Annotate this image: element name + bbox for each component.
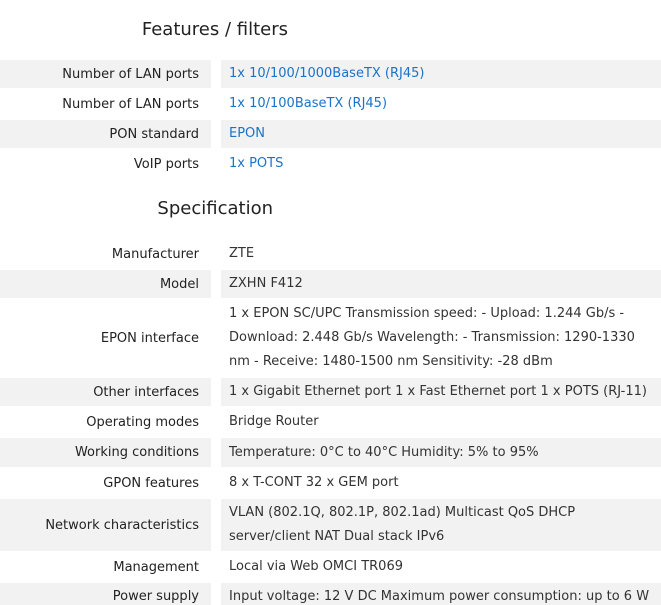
spec-value: VLAN (802.1Q, 802.1P, 802.1ad) Multicast… [221,499,661,551]
spec-row: Power supply Input voltage: 12 V DC Maxi… [0,583,661,605]
features-table: Number of LAN ports 1x 10/100/1000BaseTX… [0,60,661,178]
specification-heading: Specification [157,198,273,219]
spec-label: EPON interface [100,330,199,346]
spec-label: Model [0,270,211,298]
spec-label: Network characteristics [0,499,211,551]
spec-row: Working conditions Temperature: 0°C to 4… [0,438,661,467]
feature-row: Number of LAN ports 1x 10/100/1000BaseTX… [0,60,661,88]
spec-value: Local via Web OMCI TR069 [229,559,403,574]
feature-label: Number of LAN ports [62,96,199,112]
feature-label: PON standard [0,120,211,148]
spec-row: Management Local via Web OMCI TR069 [0,553,661,581]
spec-label: Power supply [0,583,211,605]
feature-row: Number of LAN ports 1x 10/100BaseTX (RJ4… [0,90,661,118]
spec-row: Operating modes Bridge Router [0,408,661,436]
spec-value: 1 x Gigabit Ethernet port 1 x Fast Ether… [221,378,661,406]
spec-row: Manufacturer ZTE [0,240,661,268]
feature-value-link[interactable]: 1x 10/100/1000BaseTX (RJ45) [221,60,661,88]
spec-value: 1 x EPON SC/UPC Transmission speed: - Up… [229,306,635,369]
spec-label: Manufacturer [111,246,199,262]
spec-row: Network characteristics VLAN (802.1Q, 80… [0,499,661,551]
feature-value-link[interactable]: 1x 10/100BaseTX (RJ45) [221,90,661,118]
spec-label: Other interfaces [0,378,211,406]
spec-label: Operating modes [86,414,199,430]
product-details: Features / filters Number of LAN ports 1… [0,0,661,605]
spec-label: GPON features [103,475,199,491]
spec-row: GPON features 8 x T-CONT 32 x GEM port [0,469,661,497]
spec-value: Bridge Router [229,414,319,429]
feature-value-link[interactable]: EPON [221,120,661,148]
spec-row: Other interfaces 1 x Gigabit Ethernet po… [0,378,661,406]
specification-table: Manufacturer ZTE Model ZXHN F412 EPON in… [0,240,661,605]
spec-label: Working conditions [0,438,211,467]
feature-label: VoIP ports [133,156,199,172]
spec-value: ZTE [229,246,255,261]
feature-label: Number of LAN ports [0,60,211,88]
spec-label: Management [113,559,199,575]
spec-row: EPON interface 1 x EPON SC/UPC Transmiss… [0,300,661,376]
feature-value-link[interactable]: 1x POTS [221,150,661,178]
feature-row: VoIP ports 1x POTS [0,150,661,178]
spec-value: Input voltage: 12 V DC Maximum power con… [221,583,661,605]
spec-value: Temperature: 0°C to 40°C Humidity: 5% to… [221,438,661,467]
spec-row: Model ZXHN F412 [0,270,661,298]
feature-row: PON standard EPON [0,120,661,148]
spec-value: ZXHN F412 [221,270,661,298]
spec-value: 8 x T-CONT 32 x GEM port [229,475,399,490]
features-heading: Features / filters [141,19,288,40]
